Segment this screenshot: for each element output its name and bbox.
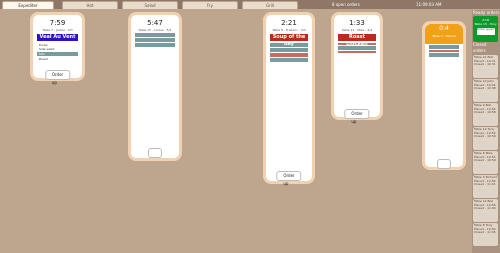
order-ticket: 5:47 Table 15 - Louise - 5/3 [128, 12, 182, 161]
orders-sidebar: Ready orders 2:18 Table 13 - Tony Order … [472, 10, 500, 253]
ticket-section: Mini [37, 52, 78, 56]
closed-order-card[interactable]: Table 12 Bob Placed - 10:58 Closed - 11:… [473, 199, 498, 222]
closed-order-card[interactable]: Table 21 Bob Placed - 10:31 Closed - 10:… [473, 55, 498, 78]
order-up-button[interactable]: Order up [44, 70, 71, 85]
closed-order-card[interactable]: Table 8 Tony Placed - 10:59 Closed - 11:… [473, 223, 498, 246]
ticket-timer: 1:33 [349, 19, 365, 27]
ticket-table: Table 8 - Frederic - 3/3 [272, 28, 306, 32]
closed-order-card[interactable]: Table 4 Bob Placed - 10:54 Closed - 10:5… [473, 103, 498, 126]
ticket-table: Table 11 - Mike - 4/4 [341, 28, 373, 32]
order-up-button[interactable] [148, 148, 162, 158]
ticket-section [429, 45, 459, 49]
ticket-section [135, 33, 175, 37]
order-ticket: 7:59 Table 7 - Jackie - 4/3 Veal Au Vent… [30, 12, 85, 85]
ticket-dish-banner: Soup of the day [270, 34, 308, 47]
ready-order-card[interactable]: 2:18 Table 13 - Tony Order given [473, 16, 498, 42]
ticket-timer: 7:59 [49, 19, 66, 27]
tab-salad[interactable]: Salad [122, 1, 178, 9]
ticket-item: Side salad [39, 47, 55, 51]
tab-fry[interactable]: Fry [182, 1, 238, 9]
clock: 11:09:03 AM [416, 2, 442, 7]
ticket-table: Table 3 - Wanda [432, 34, 456, 38]
ticket-dish-banner: Veal Au Vent [37, 34, 78, 41]
ticket-section [135, 38, 175, 42]
ticket-table: Table 15 - Louise - 5/3 [138, 28, 172, 32]
tab-grill[interactable]: Grill [242, 1, 298, 9]
ticket-item-modifier [270, 55, 308, 57]
tab-expediter[interactable]: Expediter [2, 1, 54, 9]
order-ticket: 2:21 Table 8 - Frederic - 3/3 Soup of th… [263, 12, 315, 186]
tab-hot[interactable]: Hot [62, 1, 118, 9]
ticket-item-modifier [429, 50, 459, 52]
ticket-item-modifier [338, 51, 376, 53]
ticket-header: 0:4 Table 3 - Wanda [425, 24, 463, 44]
ticket-item: Bread [39, 57, 48, 61]
order-up-button[interactable] [437, 159, 451, 169]
ticket-section [135, 43, 175, 47]
order-up-button[interactable]: Order up [276, 171, 302, 186]
open-orders-count: 8 open orders [332, 2, 360, 7]
ticket-dish-banner: Roast chicken [338, 34, 376, 47]
order-ticket: 1:33 Table 11 - Mike - 4/4 Roast chicken… [331, 12, 383, 124]
ticket-timer: 2:21 [281, 19, 297, 27]
ready-order-table: Table 13 - Tony [474, 22, 497, 26]
closed-order-card[interactable]: Table 14 Tony Placed - 10:59 Closed - 10… [473, 127, 498, 150]
closed-orders-heading: Closed orders [473, 42, 487, 53]
order-ticket-urgent: 0:4 Table 3 - Wanda [422, 21, 466, 170]
closed-order-card[interactable]: Table 10 John Placed - 10:44 Closed - 10… [473, 79, 498, 102]
ticket-section [270, 48, 308, 52]
order-given-button[interactable]: Order given [476, 27, 495, 35]
ready-orders-heading: Ready orders [473, 10, 500, 15]
closed-order-card[interactable]: Table 6 Mike Placed - 10:55 Closed - 10:… [473, 151, 498, 174]
closed-order-card[interactable]: Table 3 Richard Placed - 10:56 Closed - … [473, 175, 498, 198]
ticket-table: Table 7 - Jackie - 4/3 [42, 28, 73, 32]
ticket-section [270, 58, 308, 62]
order-up-button[interactable]: Order up [344, 109, 370, 124]
ticket-section [429, 53, 459, 57]
ticket-timer: 5:47 [147, 19, 163, 27]
ticket-timer: 0:4 [439, 25, 449, 32]
